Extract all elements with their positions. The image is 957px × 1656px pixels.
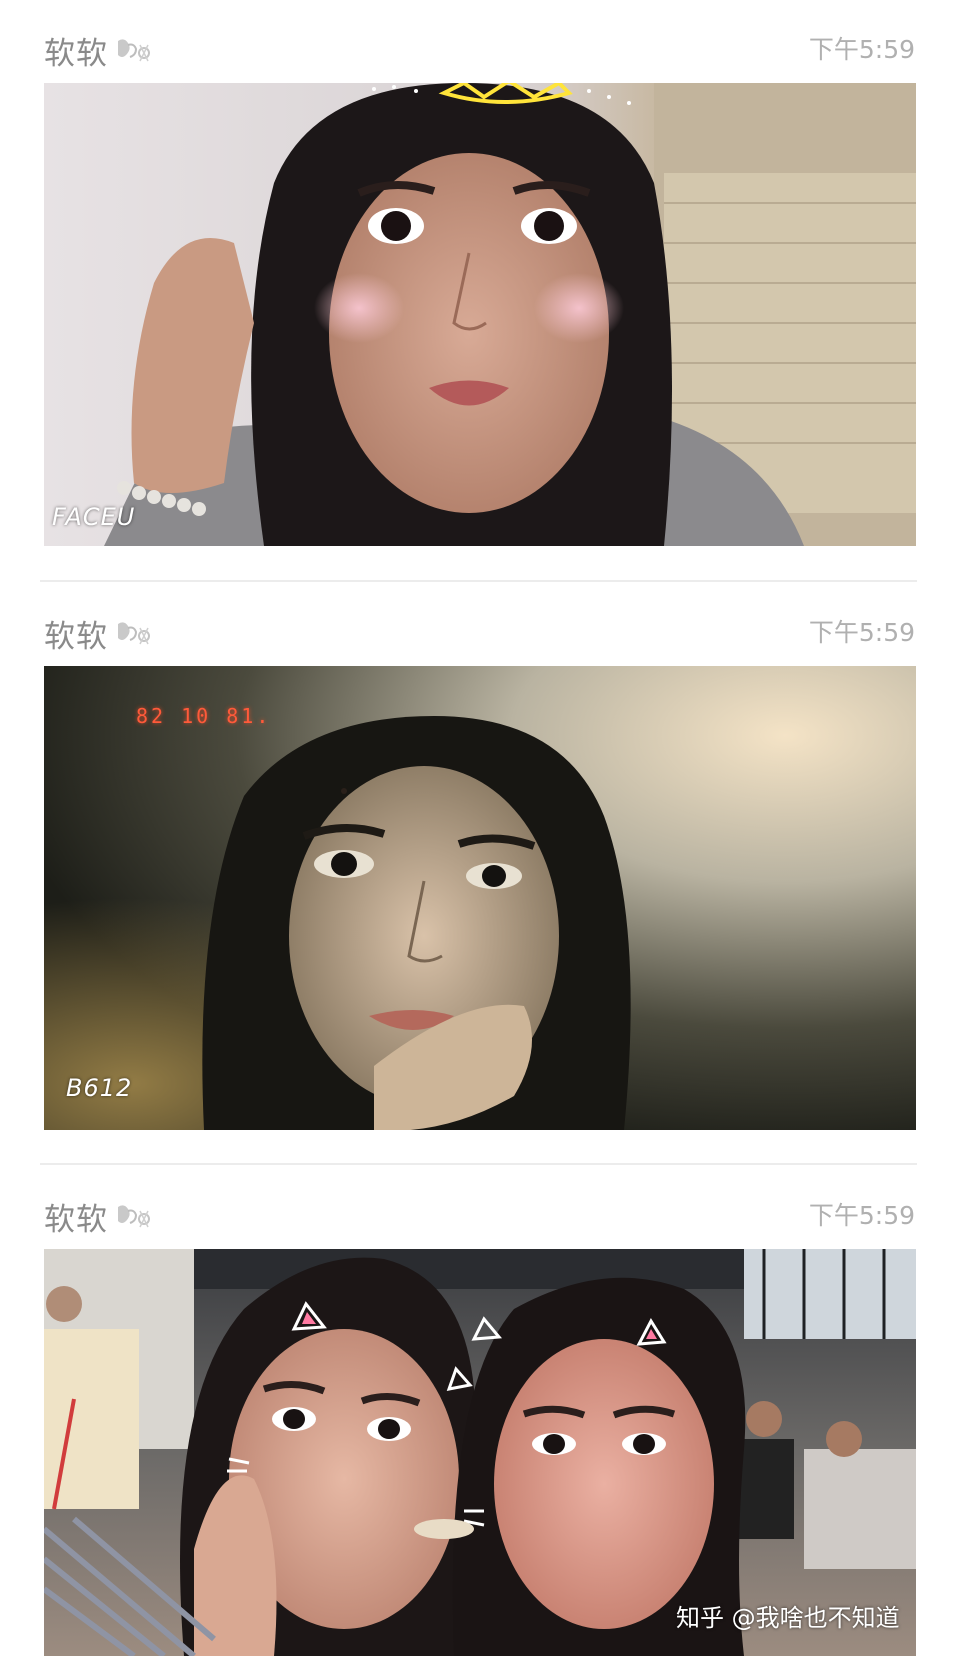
selfie-photo-2 [44,666,916,1130]
selfie-photo-3 [44,1249,916,1656]
post-divider [40,1163,917,1165]
faceu-watermark: FACEU [52,503,136,531]
post-time: 下午5:59 [808,618,915,647]
author-name[interactable]: 软软 [44,1191,156,1241]
author-sticker-icon [114,35,156,65]
post-photo[interactable]: FACEU [44,83,916,546]
b612-watermark: B612 [66,1074,133,1102]
author-name[interactable]: 软软 [44,608,156,658]
post-header: 软软 下午5:59 [44,25,915,75]
post-time: 下午5:59 [808,35,915,64]
zhihu-watermark: 知乎 @我啥也不知道 [676,1604,900,1632]
post-divider [40,580,917,582]
author-sticker-icon [114,618,156,648]
date-stamp: 82 10 81. [136,704,272,728]
post-time: 下午5:59 [808,1201,915,1230]
author-label: 软软 [44,618,108,655]
post-header: 软软 下午5:59 [44,1191,915,1241]
author-name[interactable]: 软软 [44,25,156,75]
selfie-photo-1 [44,83,916,546]
post-photo[interactable] [44,1249,916,1656]
post-header: 软软 下午5:59 [44,608,915,658]
post-photo[interactable]: 82 10 81. B612 [44,666,916,1130]
author-sticker-icon [114,1201,156,1231]
author-label: 软软 [44,1201,108,1238]
author-label: 软软 [44,35,108,72]
